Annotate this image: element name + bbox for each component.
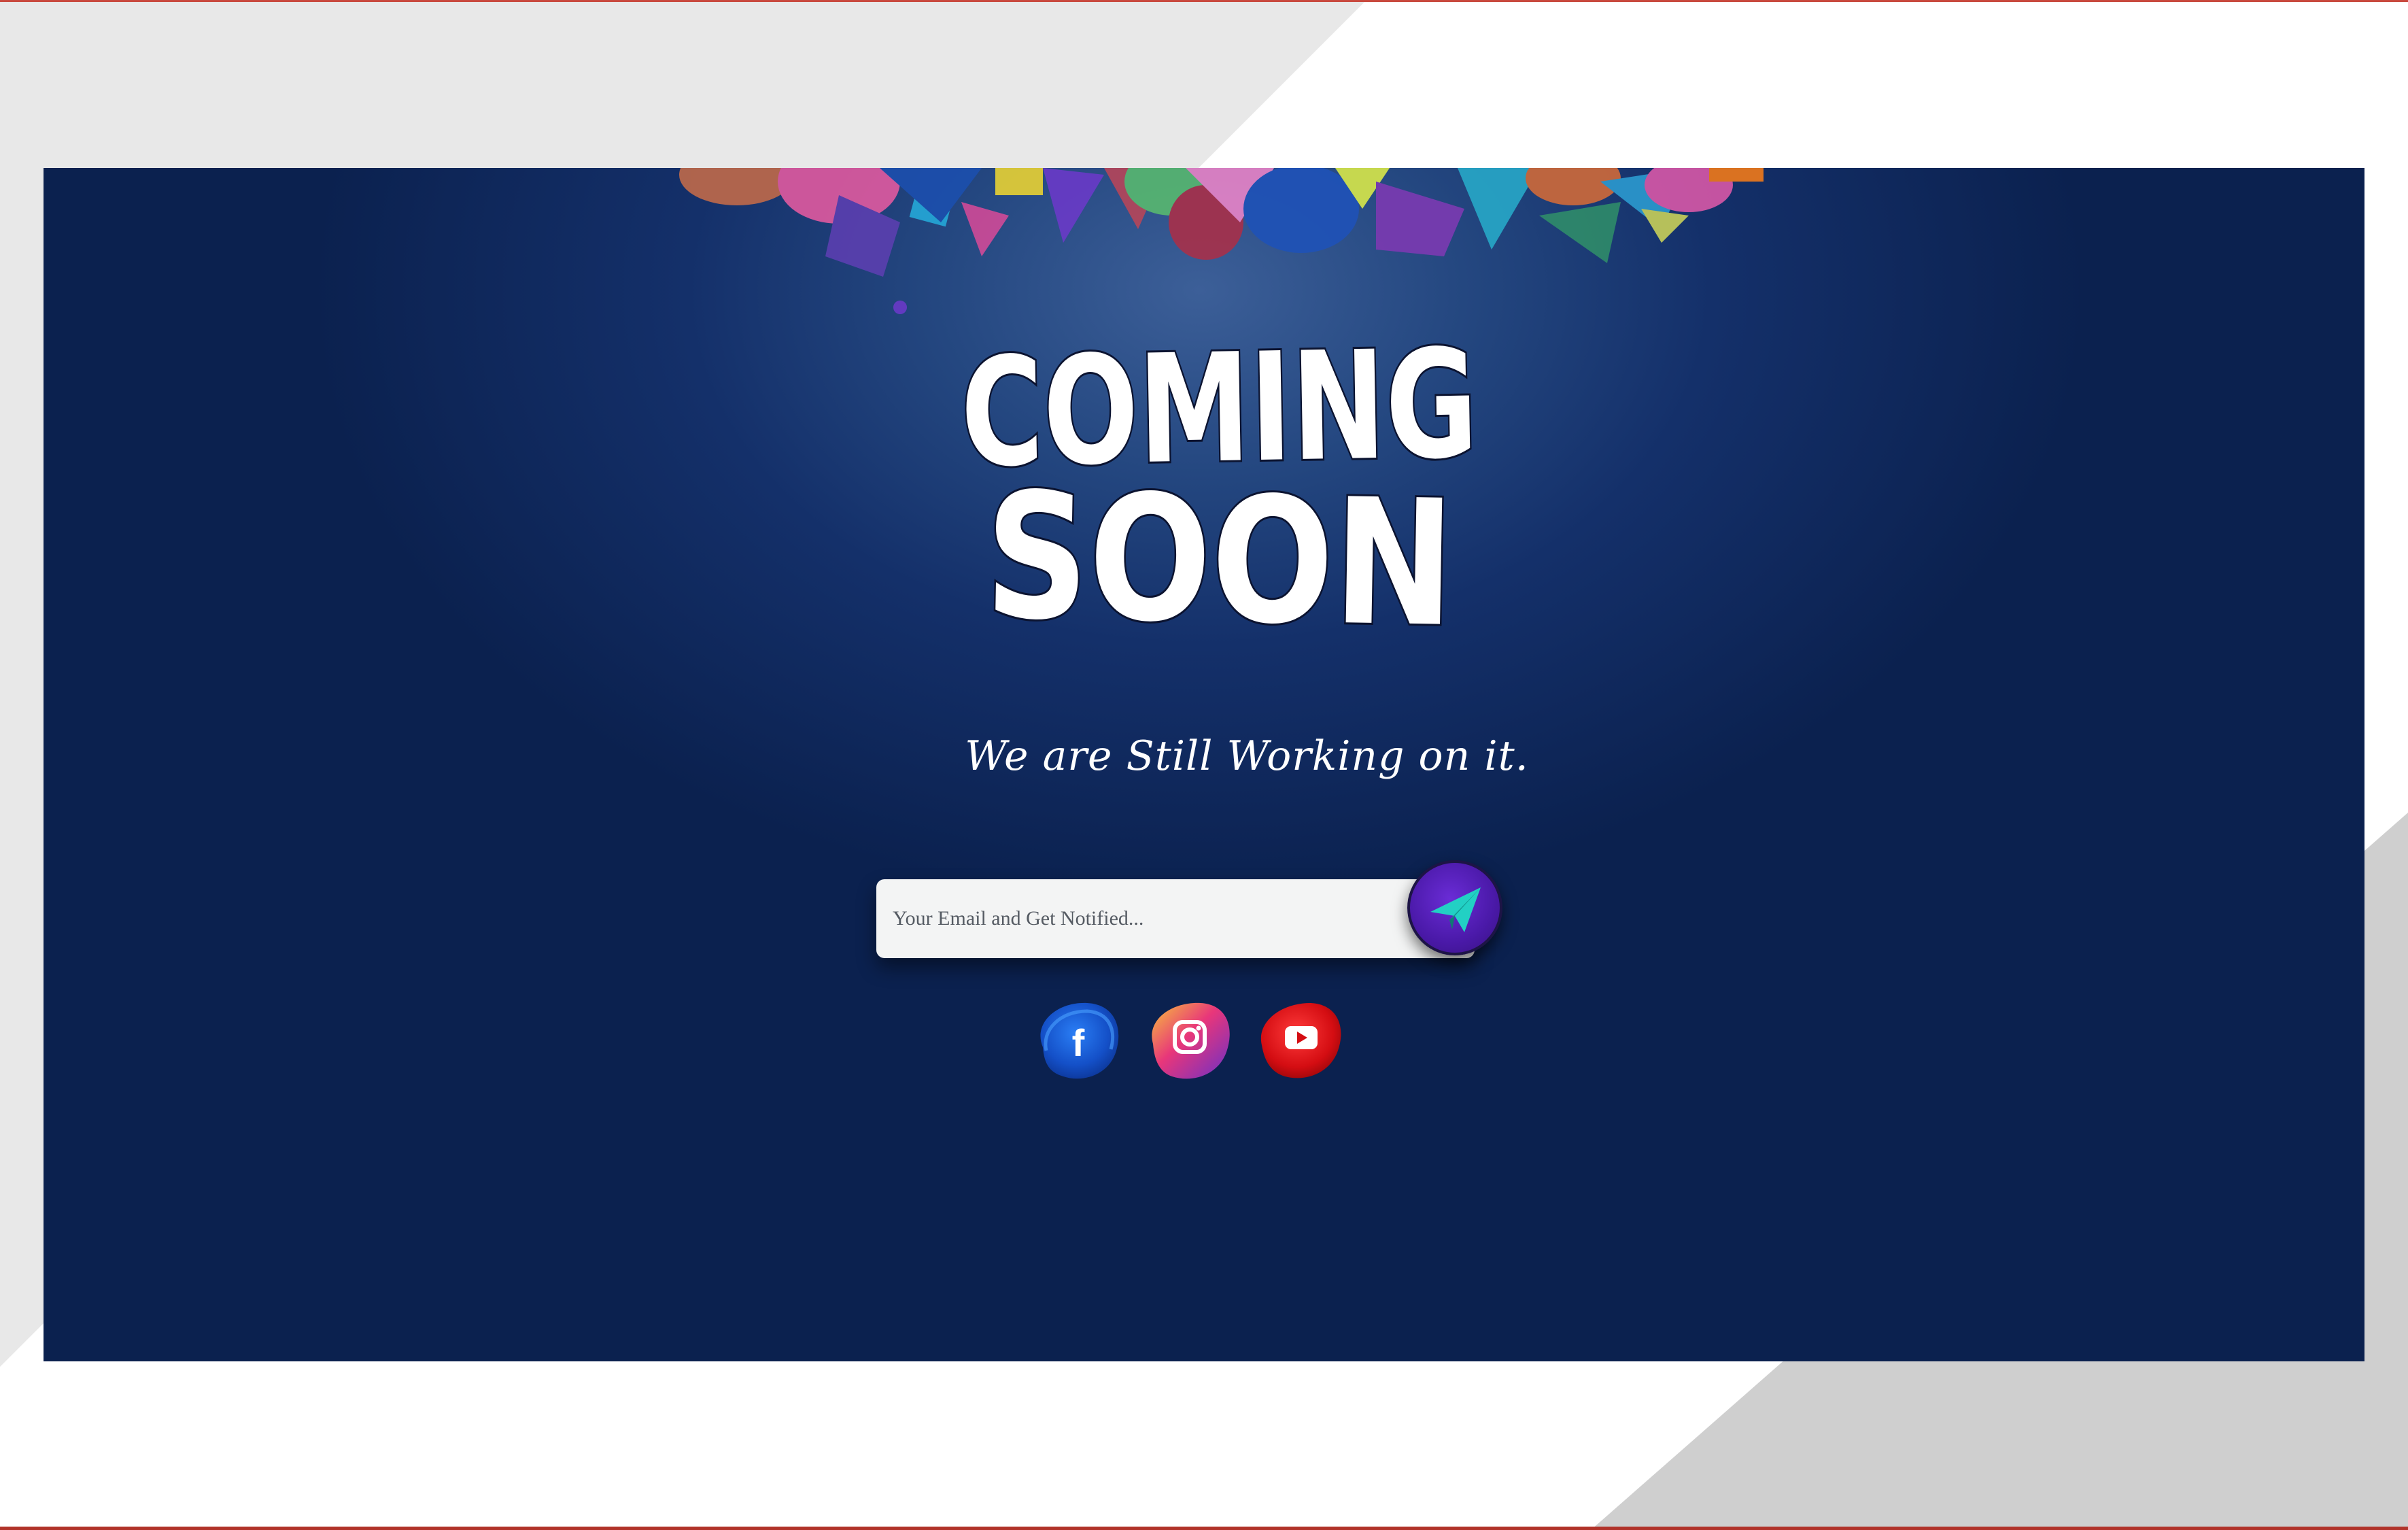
- instagram-link[interactable]: [1141, 996, 1236, 1085]
- tagline: We are Still Working on it.: [965, 732, 1529, 780]
- subscribe-form: [876, 860, 1505, 962]
- bottom-border: [0, 1527, 2408, 1530]
- facebook-link[interactable]: f: [1029, 996, 1124, 1085]
- coming-soon-panel: COMING SOON We are Still Working on it.: [44, 168, 2364, 1361]
- instagram-icon: [1152, 1002, 1230, 1079]
- facebook-icon: f: [1040, 1002, 1119, 1079]
- paper-plane-icon: [1430, 887, 1481, 932]
- email-input[interactable]: [876, 879, 1475, 958]
- top-border: [0, 0, 2408, 2]
- youtube-link[interactable]: [1252, 996, 1347, 1085]
- youtube-icon: [1260, 1003, 1341, 1078]
- svg-text:f: f: [1072, 1021, 1085, 1064]
- title-line-soon: SOON: [984, 456, 1456, 666]
- submit-button[interactable]: [1407, 860, 1502, 955]
